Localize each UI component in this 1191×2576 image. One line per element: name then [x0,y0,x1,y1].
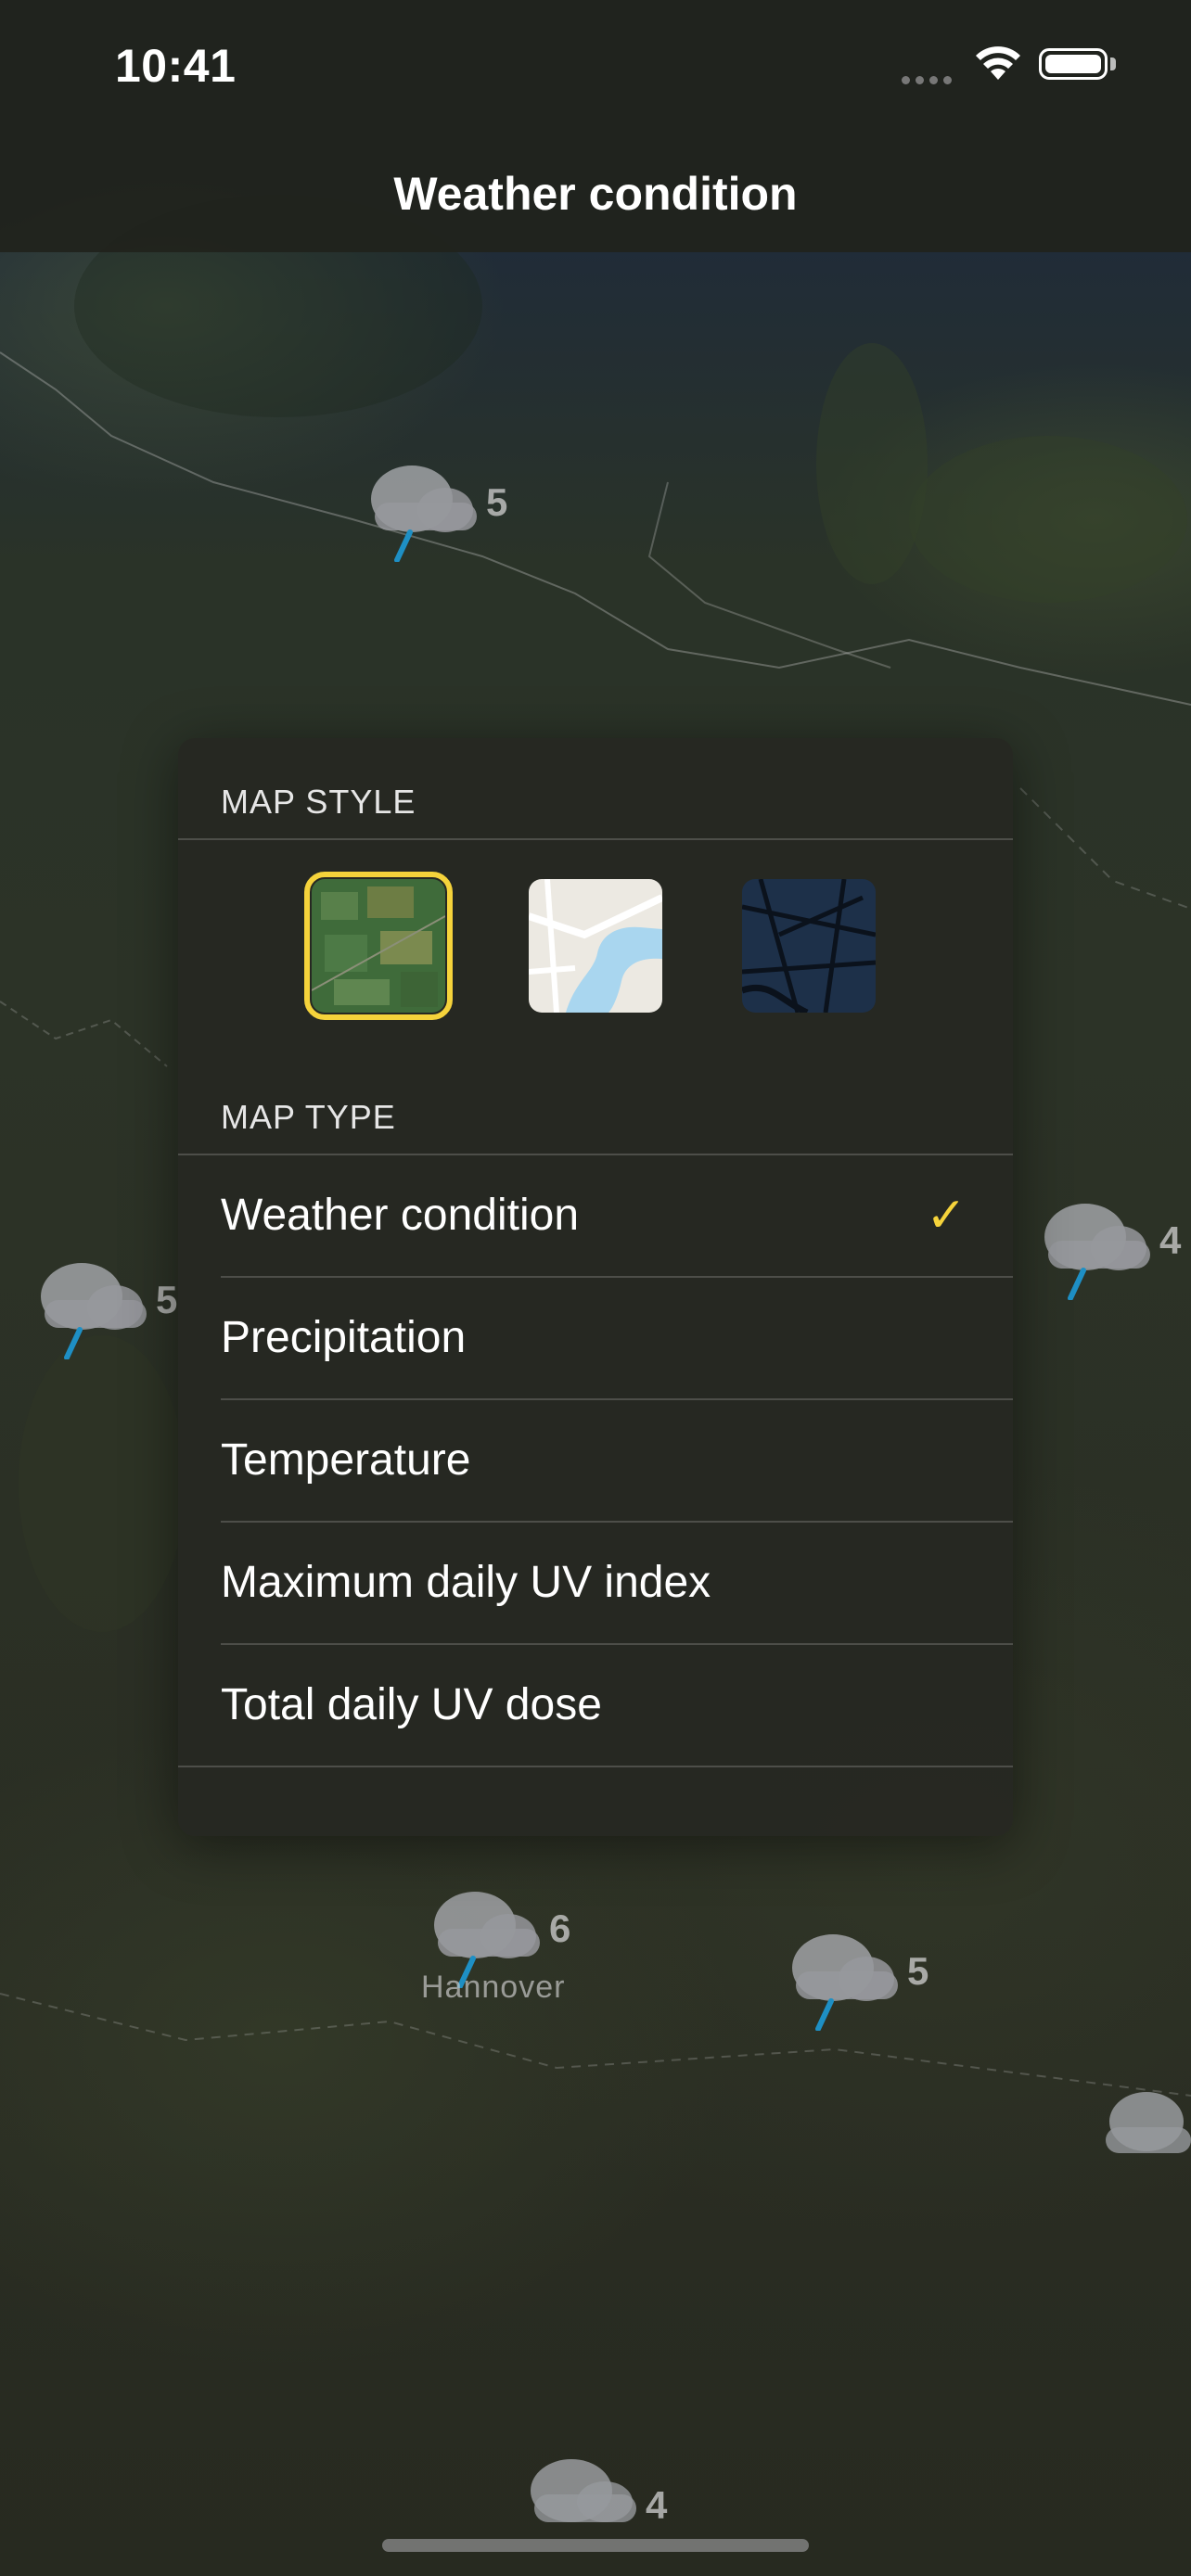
dark-map-thumb-art [742,879,876,1013]
map-type-temperature[interactable]: Temperature [221,1400,1013,1521]
satellite-style-icon[interactable] [304,872,453,1020]
status-time: 10:41 [115,40,237,92]
rain-cloud-icon [371,465,477,563]
weather-marker[interactable]: 5 [777,1919,928,2035]
dark-map-style-icon[interactable] [742,879,876,1013]
home-indicator[interactable] [382,2539,809,2552]
weather-marker[interactable]: 4 [1030,1189,1181,1305]
divider [178,838,1013,840]
map-type-max-daily-uv-index[interactable]: Maximum daily UV index [221,1523,1013,1643]
cloud-icon [531,2459,636,2522]
map-type-label: Total daily UV dose [221,1680,602,1729]
rain-cloud-icon [1044,1204,1150,1301]
satellite-thumb-art [312,879,445,1013]
map-type-label: Maximum daily UV index [221,1558,711,1607]
status-bar: 10:41 [0,0,1191,139]
map-type-weather-condition[interactable]: Weather condition ✓ [221,1155,1013,1276]
marker-value: 6 [549,1906,571,1950]
map-type-label: Weather condition [221,1191,580,1240]
light-map-style-icon[interactable] [529,879,662,1013]
page-title: Weather condition [393,168,798,220]
rain-cloud-icon [41,1263,147,1360]
cellular-signal-icon [902,72,957,89]
battery-tip [1110,57,1116,70]
marker-value: 4 [646,2483,668,2527]
map-type-precipitation[interactable]: Precipitation [221,1278,1013,1398]
cloud-icon [1106,2092,1191,2153]
map-style-header: MAP STYLE [221,783,416,821]
map-type-label: Temperature [221,1435,471,1485]
weather-marker[interactable]: 5 [26,1248,177,1364]
wifi-icon [976,46,1020,80]
marker-value: 4 [1159,1218,1182,1262]
weather-marker-partial[interactable] [1100,2085,1191,2173]
divider [178,1766,1013,1767]
light-map-thumb-art [529,879,662,1013]
rain-cloud-icon [792,1934,898,2032]
weather-marker[interactable]: 5 [356,451,507,567]
map-type-label: Precipitation [221,1313,467,1362]
marker-value: 5 [486,480,508,524]
weather-marker[interactable]: 4 [516,2446,667,2544]
map-options-panel: MAP STYLE MAP TYPE Weather condition ✓ P… [178,738,1013,1836]
city-label-hannover: Hannover [421,1970,566,2005]
map-type-header: MAP TYPE [221,1098,396,1136]
map-type-total-daily-uv-dose[interactable]: Total daily UV dose [221,1645,1013,1766]
battery-icon [1039,48,1108,80]
checkmark-icon: ✓ [926,1189,967,1243]
marker-value: 5 [156,1278,178,1321]
marker-value: 5 [907,1949,929,1993]
